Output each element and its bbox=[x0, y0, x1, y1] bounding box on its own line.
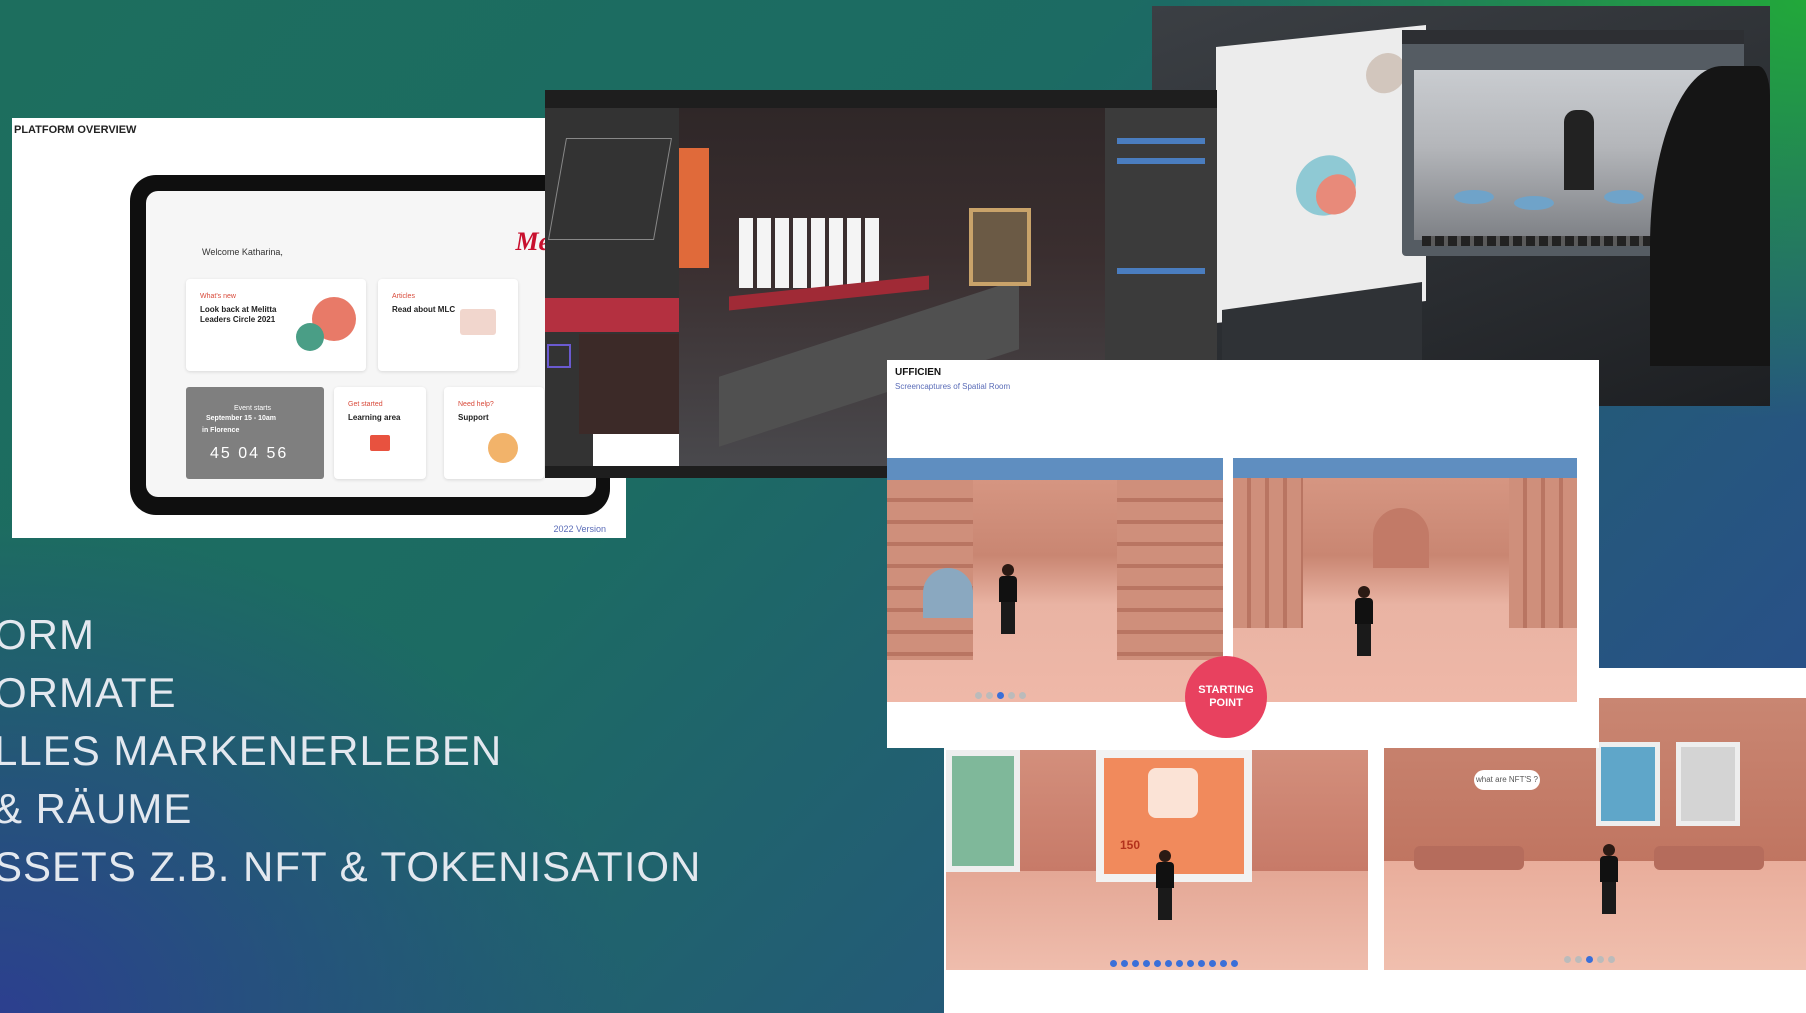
tile-heading: Support bbox=[458, 413, 489, 422]
version-label: 2022 Version bbox=[553, 524, 606, 534]
green-artwork bbox=[946, 750, 1020, 872]
spatial-room-courtyard bbox=[887, 458, 1223, 702]
sofa-left bbox=[1414, 846, 1524, 870]
bullet-item: ORM bbox=[0, 611, 95, 658]
sofa-right bbox=[1654, 846, 1764, 870]
tile-articles[interactable]: Articles Read about MLC bbox=[378, 279, 518, 371]
illustration-icon bbox=[460, 309, 496, 335]
timeline-strip bbox=[545, 298, 679, 332]
tile-kicker: Articles bbox=[392, 293, 415, 300]
starting-point-label-1: STARTING bbox=[1198, 684, 1254, 696]
columns-left bbox=[1233, 478, 1303, 628]
starting-point-label-2: POINT bbox=[1209, 697, 1243, 709]
tablet-frame: Welcome Katharina, Melitta What's new Lo… bbox=[130, 175, 610, 515]
tile-support[interactable]: Need help? Support bbox=[444, 387, 544, 479]
tile-kicker: What's new bbox=[200, 293, 236, 300]
archway bbox=[923, 568, 973, 618]
event-starts-label: Event starts bbox=[234, 405, 271, 412]
wireframe-preview bbox=[548, 138, 672, 240]
tile-heading: Learning area bbox=[348, 413, 401, 422]
tile-heading: Look back at Melitta Leaders Circle 2021 bbox=[200, 305, 277, 324]
blue-artwork bbox=[1596, 742, 1660, 826]
avatar bbox=[1154, 850, 1176, 920]
event-place: in Florence bbox=[202, 427, 240, 434]
room-nav-dots[interactable] bbox=[1564, 950, 1619, 968]
ufficien-card: UFFICIEN Screencaptures of Spatial Room … bbox=[887, 360, 1599, 748]
statue-niche bbox=[1373, 508, 1429, 568]
grey-artwork bbox=[1676, 742, 1740, 826]
text-panel bbox=[579, 334, 681, 434]
event-countdown: 45 04 56 bbox=[210, 445, 289, 462]
gallery-room-left: 150 bbox=[946, 750, 1368, 970]
price-label: 150 bbox=[1120, 838, 1141, 852]
tablet-screen: Welcome Katharina, Melitta What's new Lo… bbox=[146, 191, 596, 497]
event-date: September 15 - 10am bbox=[206, 415, 277, 422]
tile-whats-new[interactable]: What's new Look back at Melitta Leaders … bbox=[186, 279, 366, 371]
avatar bbox=[997, 564, 1019, 634]
starting-point-button[interactable]: STARTING POINT bbox=[1185, 656, 1267, 738]
bullet-item: ORMATE bbox=[0, 669, 177, 716]
room-nav-dots[interactable] bbox=[975, 686, 1030, 702]
photo-screens-card bbox=[1152, 6, 1770, 406]
tile-kicker: Need help? bbox=[458, 401, 494, 408]
event-countdown-tile[interactable]: Event starts September 15 - 10am in Flor… bbox=[186, 387, 324, 479]
tile-learning-area[interactable]: Get started Learning area bbox=[334, 387, 426, 479]
platform-overview-card: PLATFORM OVERVIEW Welcome Katharina, Mel… bbox=[12, 118, 626, 538]
illustration-icon bbox=[370, 435, 390, 451]
columns-right bbox=[1509, 478, 1577, 628]
sky bbox=[1233, 458, 1577, 478]
nft-speech-bubble: what are NFT'S ? bbox=[1474, 770, 1540, 790]
grid-icon bbox=[547, 344, 571, 368]
welcome-text: Welcome Katharina, bbox=[202, 247, 283, 257]
bullet-item: LLES MARKENERLEBEN bbox=[0, 727, 503, 774]
editor-left-panel[interactable] bbox=[545, 108, 681, 478]
platform-overview-title: PLATFORM OVERVIEW bbox=[14, 124, 137, 136]
wall-poster bbox=[679, 148, 709, 268]
ufficien-subtitle: Screencaptures of Spatial Room bbox=[895, 382, 1011, 391]
left-monitor bbox=[1216, 24, 1426, 324]
ufficien-title: UFFICIEN bbox=[895, 367, 942, 378]
spatial-room-hall bbox=[1233, 458, 1577, 702]
bullet-list: ORM ORMATE LLES MARKENERLEBEN & RÄUME SS… bbox=[0, 606, 701, 896]
illustration-icon bbox=[488, 433, 518, 463]
editor-menubar[interactable] bbox=[545, 90, 1217, 108]
illustration-icon bbox=[296, 323, 324, 351]
building-left bbox=[887, 480, 973, 660]
building-right bbox=[1117, 480, 1223, 660]
sky bbox=[887, 458, 1223, 480]
portrait-frame bbox=[969, 208, 1031, 286]
bullet-item: SSETS Z.B. NFT & TOKENISATION bbox=[0, 843, 702, 890]
white-panels bbox=[739, 218, 879, 288]
bullet-item: & RÄUME bbox=[0, 785, 193, 832]
avatar bbox=[1598, 844, 1620, 914]
tile-kicker: Get started bbox=[348, 401, 383, 408]
room-nav-dots[interactable] bbox=[1110, 954, 1242, 970]
avatar bbox=[1353, 586, 1375, 656]
